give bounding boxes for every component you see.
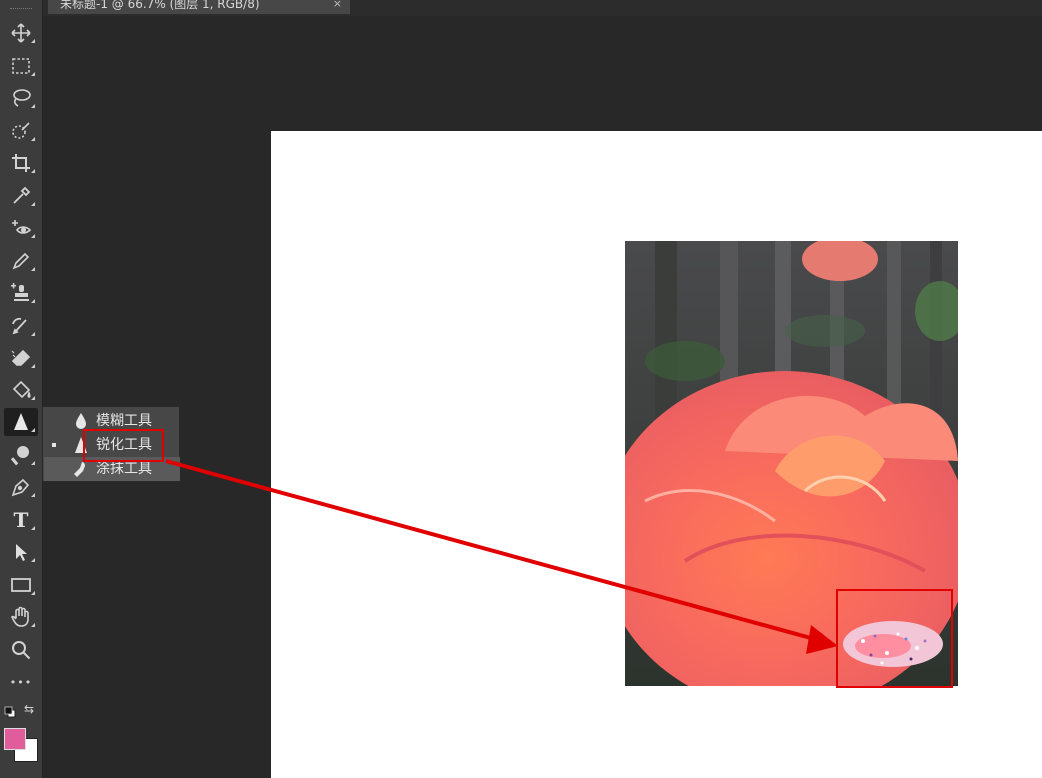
eraser-icon [11,349,31,366]
sharpen-icon [14,413,28,430]
zoom-icon [12,641,31,660]
annotation-highlight-result [836,589,953,688]
pen-icon [11,478,30,497]
type-tool[interactable]: T [4,506,38,534]
quick-selection-icon [12,122,30,139]
clone-stamp-tool[interactable] [4,279,38,307]
crop-tool[interactable] [4,149,38,177]
ellipsis-icon: ••• [9,675,33,689]
foreground-color-swatch[interactable] [4,728,26,750]
dodge-tool[interactable] [4,441,38,469]
document-tab[interactable]: 未标题-1 @ 66.7% (图层 1, RGB/8) × [48,0,350,14]
dodge-icon [10,446,29,466]
paint-bucket-tool[interactable] [4,376,38,404]
marquee-tool[interactable] [4,52,38,80]
rectangle-tool[interactable] [4,571,38,599]
red-eye-tool[interactable] [4,214,38,242]
move-icon [11,23,31,43]
zoom-tool[interactable] [4,636,38,664]
quick-selection-tool[interactable] [4,117,38,145]
selected-bullet-icon [52,443,56,447]
rectangle-icon [11,578,31,592]
close-icon[interactable]: × [333,0,342,10]
swap-colors-icon[interactable]: ⇆ [24,702,34,716]
annotation-highlight-sharpen [83,429,164,462]
arrow-icon [16,544,27,561]
eyedropper-tool[interactable] [4,182,38,210]
more-tools[interactable]: ••• [4,668,38,696]
type-icon: T [13,508,29,532]
history-brush-icon [12,317,27,335]
eyedropper-icon [13,186,31,204]
pen-tool[interactable] [4,473,38,501]
document-tab-title: 未标题-1 @ 66.7% (图层 1, RGB/8) [60,0,260,11]
move-tool[interactable] [4,19,38,47]
blur-drop-icon [76,413,86,429]
lasso-icon [13,89,31,107]
tools-panel: T ••• ⇆ [0,0,43,778]
path-selection-tool[interactable] [4,538,38,566]
color-swatches: ⇆ [0,700,42,778]
sharpen-tool[interactable] [4,408,38,436]
smudge-finger-icon [74,462,85,477]
hand-icon [11,606,29,627]
pencil-tool[interactable] [4,247,38,275]
rect-marquee-icon [12,58,30,74]
history-brush-tool[interactable] [4,312,38,340]
default-colors-icon[interactable] [4,706,16,718]
paint-bucket-icon [12,380,31,399]
lasso-tool[interactable] [4,84,38,112]
stamp-icon [11,283,29,301]
red-eye-icon [12,220,32,234]
crop-icon [12,154,30,172]
eraser-tool[interactable] [4,344,38,372]
hand-tool[interactable] [4,603,38,631]
panel-grip[interactable] [10,0,32,9]
pencil-icon [12,252,30,270]
